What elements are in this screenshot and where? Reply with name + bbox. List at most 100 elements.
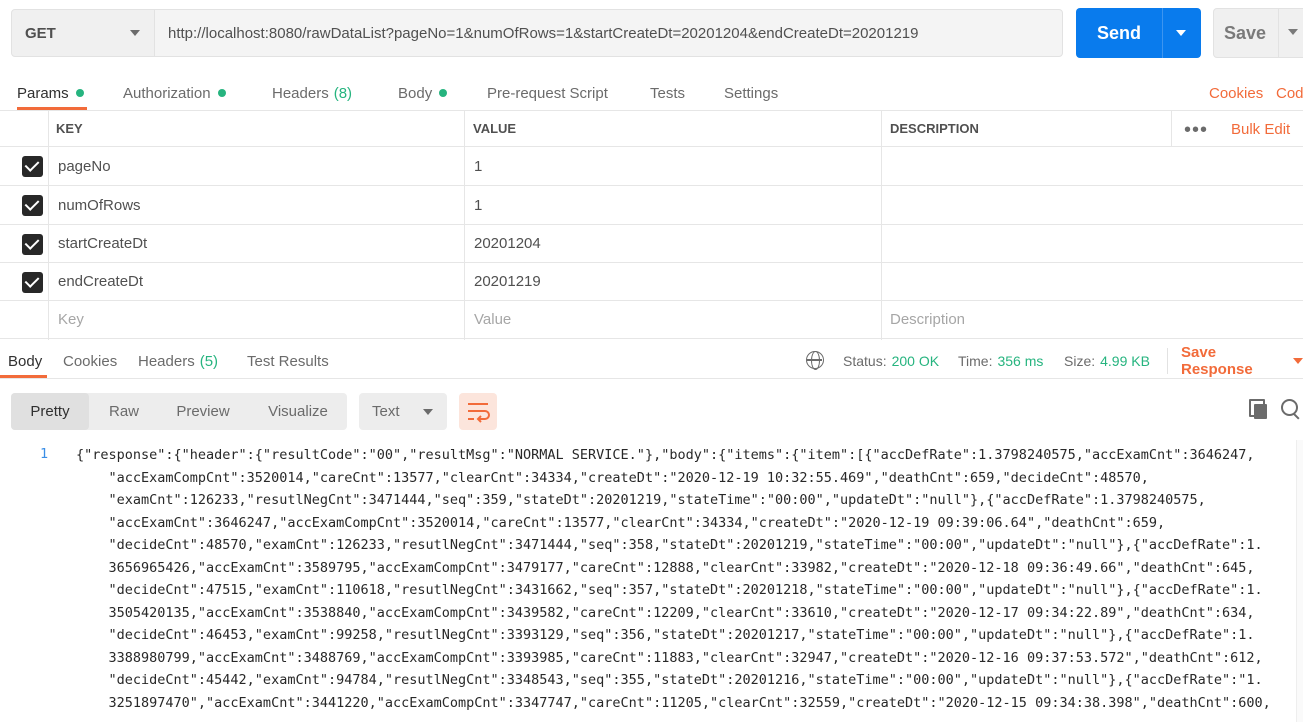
tab-test-results[interactable]: Test Results: [247, 344, 329, 378]
cookies-link[interactable]: Cookies: [1209, 76, 1263, 110]
status-dot-icon: [75, 89, 84, 97]
param-value[interactable]: 1: [474, 147, 482, 185]
send-label: Send: [1096, 22, 1141, 43]
tab-label: Test Results: [247, 352, 329, 370]
value-column-header: VALUE: [473, 121, 517, 136]
method-select[interactable]: GET: [11, 9, 155, 57]
tab-label: Pre-request Script: [487, 84, 608, 102]
params-table: KEY VALUE DESCRIPTION ••• Bulk Edit page…: [0, 110, 1303, 340]
row-checkbox[interactable]: [22, 156, 43, 177]
save-divider: [1278, 9, 1279, 57]
tab-label: Params: [17, 84, 69, 102]
view-mode-group: Pretty Raw Preview Visualize: [11, 393, 347, 430]
size-label: Size:: [1064, 353, 1096, 369]
tab-label: Body: [398, 84, 433, 102]
search-icon[interactable]: [1281, 399, 1303, 421]
new-value-input[interactable]: Value: [474, 301, 511, 338]
tab-headers[interactable]: Headers (8): [272, 76, 352, 110]
row-checkbox[interactable]: [22, 272, 43, 293]
visualize-button[interactable]: Visualize: [251, 393, 345, 430]
code-line: "decideCnt":48570,"examCnt":126233,"resu…: [76, 537, 1263, 553]
param-value[interactable]: 1: [474, 186, 482, 224]
table-row: endCreateDt 20201219: [0, 263, 1303, 301]
response-body-viewer[interactable]: 1 {"response":{"header":{"resultCode":"0…: [0, 440, 1303, 722]
send-button[interactable]: Send: [1076, 8, 1201, 58]
code-line: "accExamCnt":3646247,"accExamCompCnt":35…: [76, 514, 1166, 531]
bulk-edit-link[interactable]: Bulk Edit: [1231, 111, 1290, 147]
tab-count: (8): [333, 84, 353, 102]
tab-label: Body: [8, 352, 43, 370]
param-key[interactable]: pageNo: [58, 147, 111, 185]
wrap-lines-button[interactable]: [459, 393, 497, 430]
description-column-header: DESCRIPTION: [890, 121, 979, 136]
chevron-down-icon: [423, 409, 433, 415]
send-options-chevron-icon[interactable]: [1163, 8, 1201, 58]
key-column-header: KEY: [56, 121, 83, 136]
code-line: 3388980799,"accExamCnt":3488769,"accExam…: [76, 649, 1263, 666]
status-value: 200 OK: [891, 353, 940, 369]
status-label: Status:: [843, 353, 887, 369]
code-line: "decideCnt":47515,"examCnt":110618,"resu…: [76, 582, 1263, 598]
copy-icon[interactable]: [1249, 399, 1268, 419]
new-key-input[interactable]: Key: [58, 301, 84, 338]
param-value[interactable]: 20201219: [474, 263, 541, 300]
format-label: Text: [372, 403, 400, 420]
save-response-label: Save Response: [1181, 344, 1253, 378]
more-options-icon[interactable]: •••: [1184, 120, 1208, 140]
param-key[interactable]: endCreateDt: [58, 263, 143, 300]
request-tabs: Params Authorization Headers (8) Body Pre…: [0, 76, 1303, 110]
code-line: "accExamCompCnt":3520014,"careCnt":13577…: [76, 469, 1149, 486]
tab-body[interactable]: Body: [398, 76, 448, 110]
code-line: 3505420135,"accExamCnt":3538840,"accExam…: [76, 604, 1255, 621]
raw-button[interactable]: Raw: [93, 393, 155, 430]
new-description-input[interactable]: Description: [890, 301, 965, 338]
pretty-button[interactable]: Pretty: [11, 393, 89, 430]
save-options-chevron-icon[interactable]: [1288, 29, 1298, 35]
tab-label: Cookies: [63, 352, 118, 370]
chevron-down-icon: [1293, 358, 1303, 364]
save-button[interactable]: Save: [1213, 8, 1303, 58]
tab-label: Settings: [724, 84, 779, 102]
tab-response-cookies[interactable]: Cookies: [63, 344, 117, 378]
tab-pre-request-script[interactable]: Pre-request Script: [487, 76, 608, 110]
table-row: startCreateDt 20201204: [0, 225, 1303, 263]
code-line: "decideCnt":45442,"examCnt":94784,"resut…: [76, 672, 1263, 688]
globe-icon[interactable]: [806, 351, 824, 370]
code-link[interactable]: Cod: [1276, 76, 1303, 110]
code-line: 3656965426,"accExamCnt":3589795,"accExam…: [76, 559, 1255, 576]
tab-label: Headers: [138, 352, 195, 370]
format-select[interactable]: Text: [359, 393, 447, 430]
preview-button[interactable]: Preview: [161, 393, 245, 430]
tab-params[interactable]: Params: [17, 76, 87, 110]
wrap-lines-icon: [468, 403, 490, 423]
table-row: numOfRows 1: [0, 186, 1303, 225]
save-response-button[interactable]: Save Response: [1181, 344, 1303, 378]
status-dot-icon: [217, 89, 226, 97]
size-value: 4.99 KB: [1100, 353, 1150, 369]
tab-settings[interactable]: Settings: [724, 76, 778, 110]
table-header-row: KEY VALUE DESCRIPTION ••• Bulk Edit: [0, 111, 1303, 147]
param-key[interactable]: startCreateDt: [58, 225, 147, 262]
tab-authorization[interactable]: Authorization: [123, 76, 226, 110]
row-checkbox[interactable]: [22, 234, 43, 255]
tab-label: Tests: [650, 84, 686, 102]
request-bar: GET http://localhost:8080/rawDataList?pa…: [0, 0, 1303, 70]
tab-response-headers[interactable]: Headers (5): [138, 344, 218, 378]
tab-response-body[interactable]: Body: [0, 344, 47, 378]
url-input[interactable]: http://localhost:8080/rawDataList?pageNo…: [154, 9, 1063, 57]
code-line: 3251897470","accExamCnt":3441220,"accExa…: [76, 694, 1271, 711]
row-checkbox[interactable]: [22, 195, 43, 216]
status-info: Status: 200 OK: [843, 344, 939, 378]
param-key[interactable]: numOfRows: [58, 186, 141, 224]
time-label: Time:: [958, 353, 993, 369]
response-body-text: {"response":{"header":{"resultCode":"00"…: [76, 444, 1296, 714]
param-value[interactable]: 20201204: [474, 225, 541, 262]
line-number: 1: [40, 446, 49, 462]
time-value: 356 ms: [997, 353, 1044, 369]
chevron-down-icon: [130, 30, 140, 36]
tab-label: Headers: [272, 84, 329, 102]
table-row-new: Key Value Description: [0, 301, 1303, 339]
tab-tests[interactable]: Tests: [650, 76, 685, 110]
scrollbar[interactable]: [1296, 440, 1303, 722]
table-row: pageNo 1: [0, 147, 1303, 186]
